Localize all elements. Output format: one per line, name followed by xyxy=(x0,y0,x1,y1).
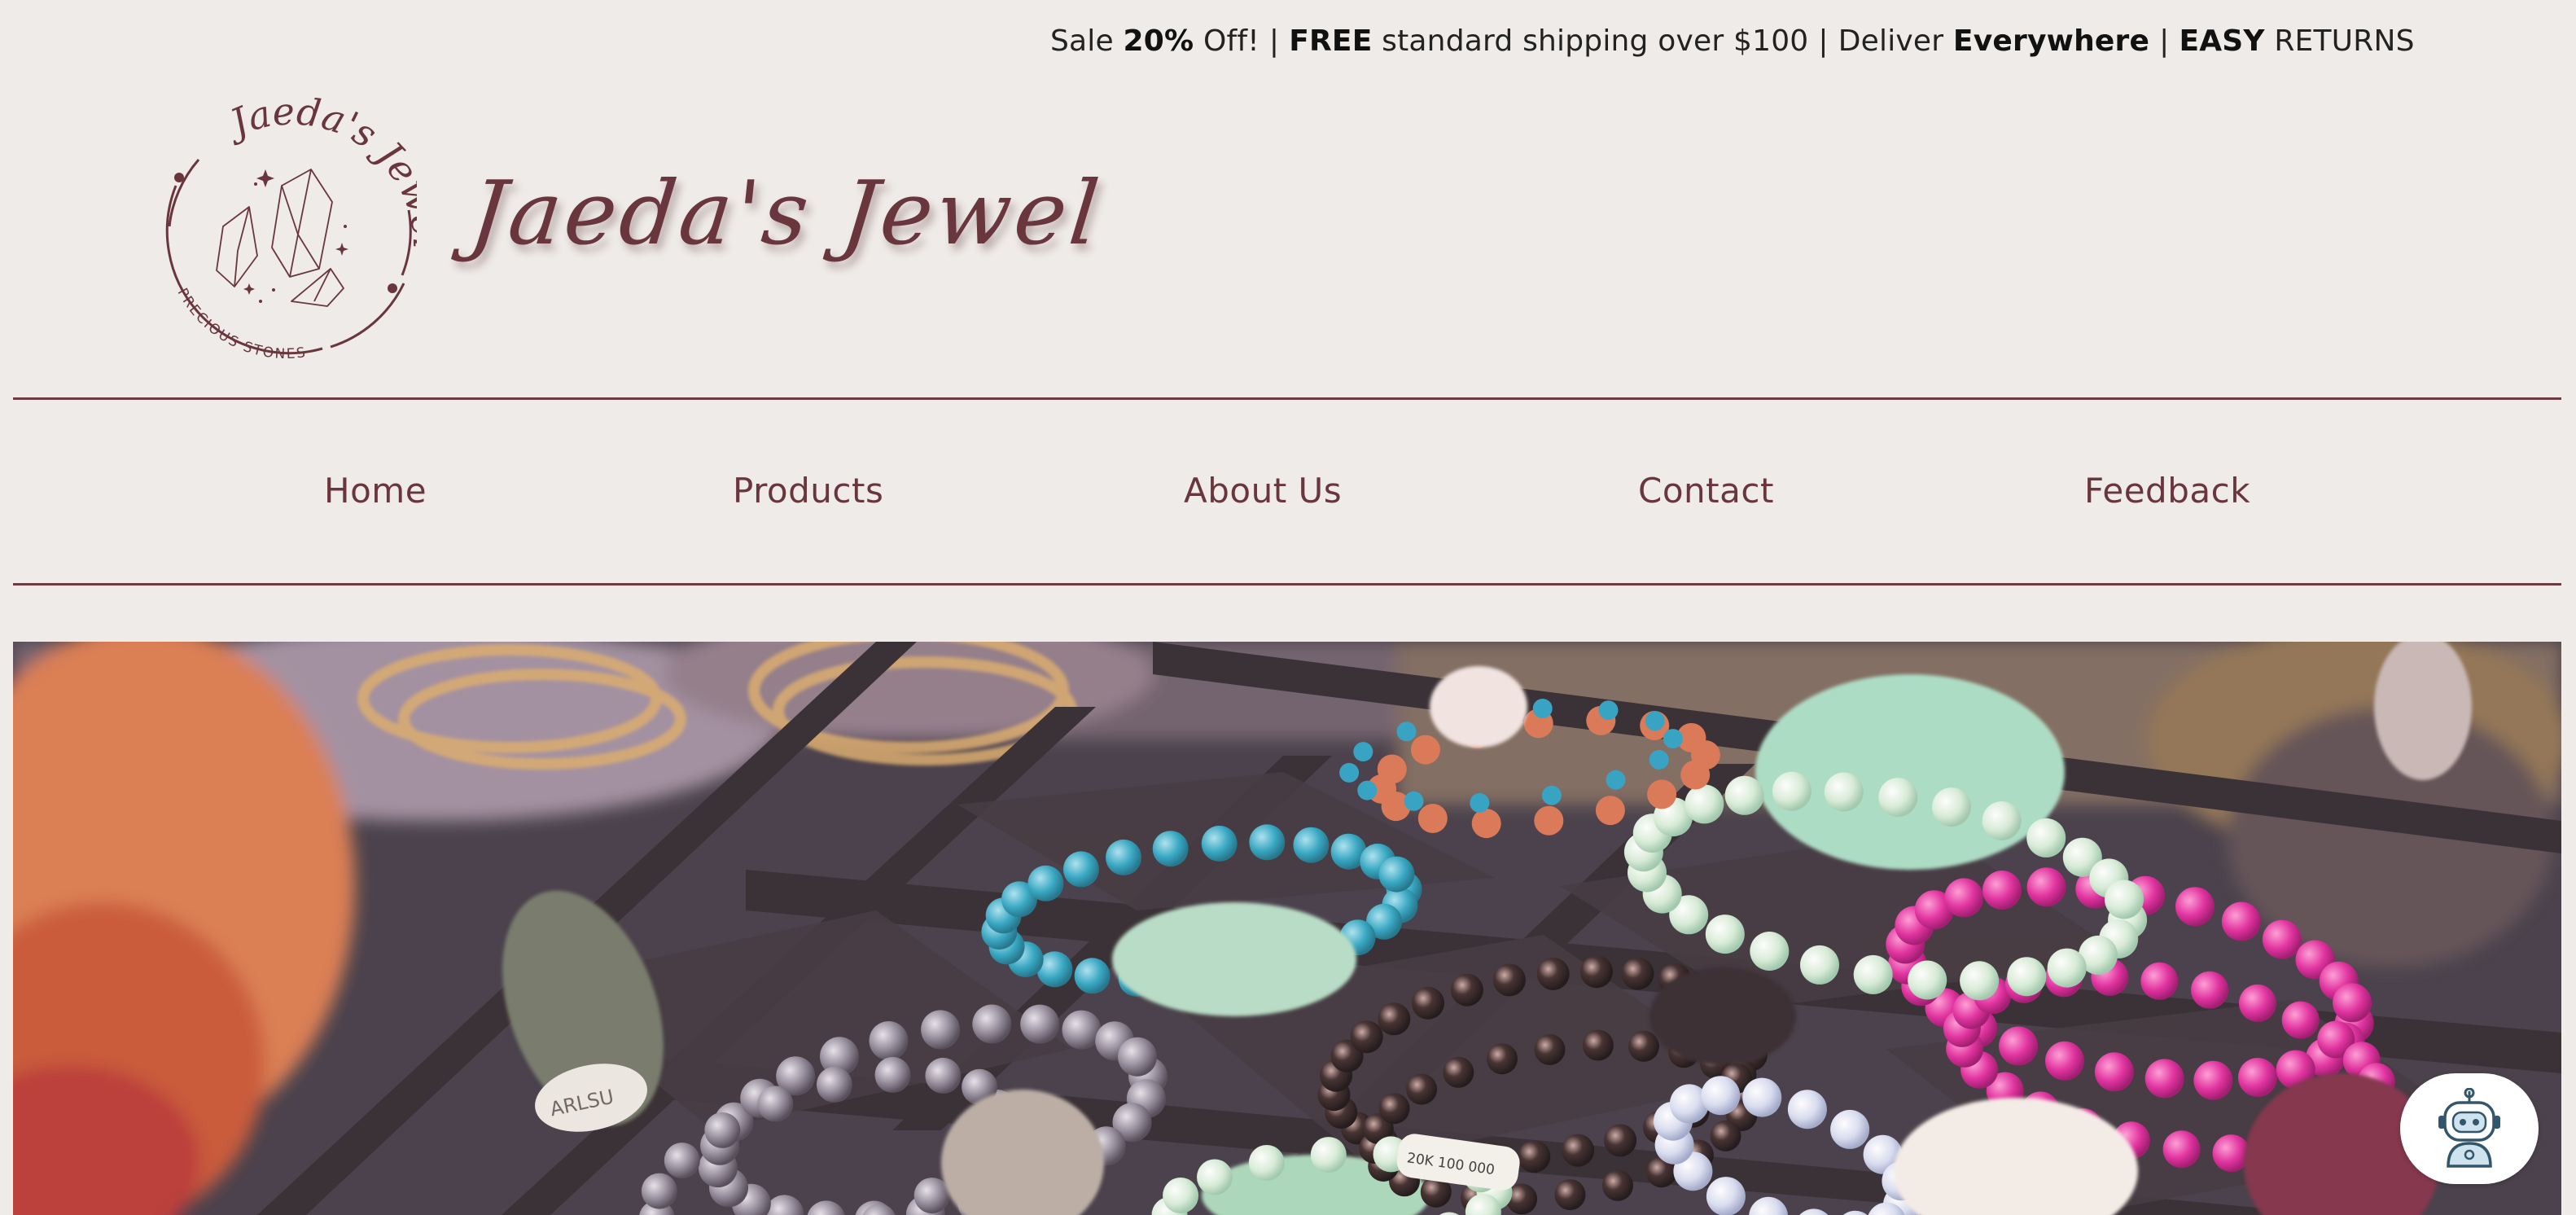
promo-everywhere-label: Everywhere xyxy=(1952,24,2150,58)
promo-sale-suffix: Off! xyxy=(1194,24,1260,58)
promo-deliver-text: Deliver xyxy=(1838,24,1953,58)
svg-text:Jaeda's Jewel: Jaeda's Jewel xyxy=(218,89,417,250)
nav-item-products[interactable]: Products xyxy=(733,471,883,511)
promo-separator: | xyxy=(2159,24,2170,58)
promo-returns-text: RETURNS xyxy=(2264,24,2415,58)
nav-item-about-us[interactable]: About Us xyxy=(1184,471,1342,511)
nav-item-feedback[interactable]: Feedback xyxy=(2084,471,2250,511)
main-nav: Home Products About Us Contact Feedback xyxy=(0,456,2576,529)
emblem-arc-text: Jaeda's Jewel xyxy=(218,89,449,250)
svg-text:PRECIOUS STONES: PRECIOUS STONES xyxy=(173,286,308,362)
emblem-bottom-text: PRECIOUS STONES xyxy=(173,286,306,363)
promo-free-label: FREE xyxy=(1289,24,1373,58)
divider-top xyxy=(13,397,2561,400)
crystal-emblem-icon: Jaeda's Jewel PRECIOUS STONES xyxy=(165,89,449,362)
promo-sale-text: Sale xyxy=(1050,24,1124,58)
promo-bar: Sale 20% Off! | FREE standard shipping ove… xyxy=(0,16,2576,75)
promo-shipping-text: standard shipping over $100 xyxy=(1372,24,1809,58)
divider-bottom xyxy=(13,583,2561,586)
chatbot-button[interactable] xyxy=(2400,1073,2539,1184)
hero-image: ARLSU 20K 100 000 xyxy=(13,642,2561,1215)
robot-icon xyxy=(2438,1088,2500,1168)
promo-sale-percent: 20% xyxy=(1123,24,1194,58)
promo-easy-label: EASY xyxy=(2179,24,2265,58)
nav-item-home[interactable]: Home xyxy=(324,471,427,511)
hero-jewelry-illustration: ARLSU 20K 100 000 xyxy=(13,642,2561,1215)
promo-text: Sale 20% Off! | FREE standard shipping ove… xyxy=(1050,24,2415,58)
brand-title[interactable]: Jaeda's Jewel xyxy=(465,163,1106,265)
logo-emblem[interactable]: Jaeda's Jewel PRECIOUS STONES xyxy=(160,88,449,362)
promo-separator: | xyxy=(1268,24,1280,58)
nav-item-contact[interactable]: Contact xyxy=(1638,471,1774,511)
promo-separator: | xyxy=(1818,24,1829,58)
